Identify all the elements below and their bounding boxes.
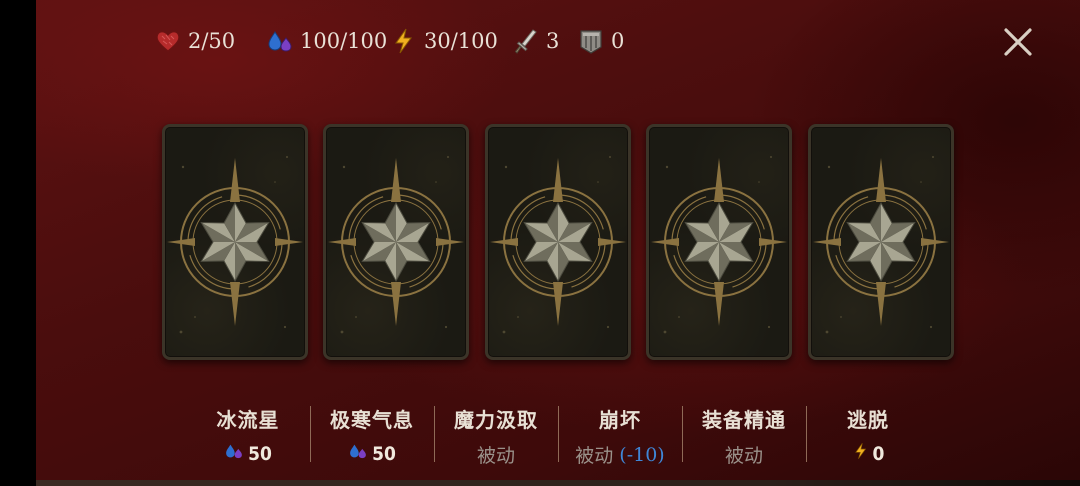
mana-drops-icon	[266, 27, 294, 55]
card-back[interactable]	[808, 124, 954, 360]
compass-star-icon	[651, 156, 787, 334]
skill-cost: 50	[310, 441, 434, 466]
hud-attack: 3	[512, 24, 559, 58]
skill-cost-value: 0	[872, 442, 885, 465]
close-button[interactable]	[998, 22, 1038, 62]
mana-drops-icon	[224, 441, 244, 466]
compass-star-icon	[490, 156, 626, 334]
skill-cost: 50	[186, 441, 310, 466]
skill-cost: 被动 (-10)	[558, 441, 682, 468]
lightning-icon	[390, 27, 418, 55]
card-back[interactable]	[646, 124, 792, 360]
skill-passive-label: 被动	[724, 445, 763, 467]
skill-slot[interactable]: 崩坏 被动 (-10)	[558, 400, 682, 468]
bottom-edge-strip	[36, 480, 1080, 486]
card-back[interactable]	[485, 124, 631, 360]
heart-icon	[154, 27, 182, 55]
mana-drops-icon	[348, 441, 368, 466]
skill-name: 极寒气息	[330, 408, 414, 432]
mana-value: 100/100	[300, 29, 388, 53]
skill-slot[interactable]: 极寒气息 50	[310, 400, 434, 468]
skill-cost-value: 50	[372, 442, 396, 465]
skill-slot[interactable]: 装备精通 被动	[682, 400, 806, 468]
card-back[interactable]	[323, 124, 469, 360]
card-back[interactable]	[162, 124, 308, 360]
skill-cost-value: 50	[248, 442, 272, 465]
hud-health: 2/50	[154, 24, 235, 58]
health-value: 2/50	[188, 29, 236, 53]
hud-energy: 30/100	[390, 24, 498, 58]
skill-passive-label: 被动	[476, 445, 515, 467]
close-icon	[1004, 28, 1032, 56]
shield-icon	[577, 27, 605, 55]
sword-icon	[512, 27, 540, 55]
skill-cost: 0	[806, 441, 930, 466]
compass-star-icon	[167, 156, 303, 334]
skill-name: 崩坏	[599, 408, 641, 432]
skill-slot[interactable]: 逃脱 0	[806, 400, 930, 468]
attack-value: 3	[546, 29, 560, 53]
skill-slot[interactable]: 魔力汲取 被动	[434, 400, 558, 468]
skill-cost-modifier: (-10)	[619, 443, 665, 466]
skill-name: 逃脱	[847, 408, 889, 432]
compass-star-icon	[813, 156, 949, 334]
skill-name: 冰流星	[216, 408, 280, 432]
hud-armor: 0	[577, 24, 624, 58]
skill-cost: 被动	[682, 441, 806, 468]
skill-slot[interactable]: 冰流星 50	[186, 400, 310, 468]
lightning-icon	[852, 441, 870, 466]
compass-star-icon	[328, 156, 464, 334]
skill-passive-label: 被动	[575, 445, 614, 467]
armor-value: 0	[611, 29, 625, 53]
skill-name: 魔力汲取	[454, 408, 538, 432]
skill-name: 装备精通	[702, 408, 786, 432]
hud-mana: 100/100	[266, 24, 387, 58]
energy-value: 30/100	[424, 29, 498, 53]
skill-cost: 被动	[434, 441, 558, 468]
